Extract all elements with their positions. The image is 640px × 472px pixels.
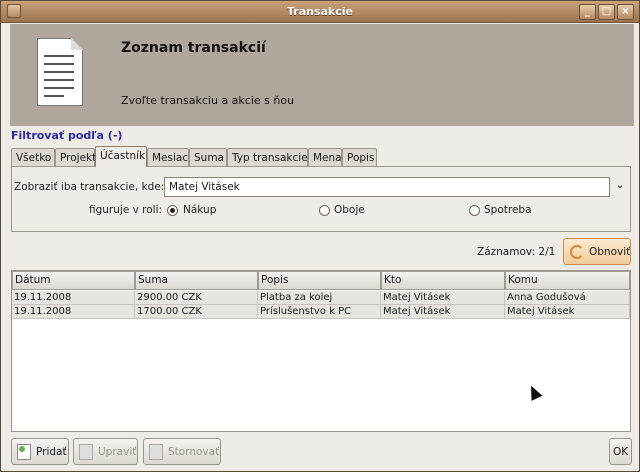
transactions-window: Transakcie _ □ × Zoznam transakcií Zvoľt… xyxy=(0,0,640,472)
page-subtitle: Zvoľte transakciu a akcie s ňou xyxy=(121,94,295,107)
add-label: Pridať xyxy=(36,446,67,458)
cell-description: Príslušenstvo k PC xyxy=(258,305,381,319)
ok-label: OK xyxy=(613,446,629,458)
title-bar[interactable]: Transakcie _ □ × xyxy=(1,1,639,23)
add-button[interactable]: Pridať xyxy=(11,438,69,465)
cell-from: Matej Vitásek xyxy=(381,305,505,319)
cell-to: Matej Vitásek xyxy=(505,305,630,319)
edit-button[interactable]: Upraviť xyxy=(73,438,138,465)
cancel-transaction-button[interactable]: Stornovať xyxy=(143,438,221,465)
participant-select[interactable]: Matej Vitásek xyxy=(164,177,610,197)
tab-month[interactable]: Mesiac xyxy=(147,148,189,167)
tab-currency[interactable]: Mena xyxy=(308,148,342,167)
table-row[interactable]: 19.11.2008 1700.00 CZK Príslušenstvo k P… xyxy=(12,305,630,319)
column-header-to[interactable]: Komu xyxy=(505,271,630,290)
tab-amount[interactable]: Suma xyxy=(189,148,227,167)
participant-filter-panel: Zobraziť iba transakcie, kde: Matej Vitá… xyxy=(11,166,631,232)
minimize-button[interactable]: _ xyxy=(579,4,596,20)
filter-label: Filtrovať podľa (-) xyxy=(11,129,123,142)
tab-all[interactable]: Všetko xyxy=(11,148,55,167)
role-both-radio[interactable] xyxy=(319,205,330,216)
edit-document-icon xyxy=(79,444,93,460)
tab-project[interactable]: Projekt xyxy=(55,148,96,167)
cell-date: 19.11.2008 xyxy=(12,305,135,319)
cell-from: Matej Vitásek xyxy=(381,291,505,305)
chevron-down-icon[interactable]: ⌄ xyxy=(614,179,626,191)
edit-label: Upraviť xyxy=(98,446,137,458)
column-header-from[interactable]: Kto xyxy=(381,271,505,290)
role-label: figuruje v roli: xyxy=(89,204,163,216)
cell-amount: 1700.00 CZK xyxy=(135,305,258,319)
add-document-icon xyxy=(17,444,31,460)
cell-to: Anna Godušová xyxy=(505,291,630,305)
column-header-amount[interactable]: Suma xyxy=(135,271,258,290)
role-consumption-label: Spotreba xyxy=(484,204,532,216)
action-bar: Pridať Upraviť Stornovať OK xyxy=(1,435,639,471)
tab-description[interactable]: Popis xyxy=(342,148,377,167)
tab-transaction-type[interactable]: Typ transakcie xyxy=(227,148,308,167)
table-row[interactable]: 19.11.2008 2900.00 CZK Platba za kolej M… xyxy=(12,291,630,305)
maximize-button[interactable]: □ xyxy=(598,4,615,20)
cancel-document-icon xyxy=(149,444,163,460)
cell-amount: 2900.00 CZK xyxy=(135,291,258,305)
ok-button[interactable]: OK xyxy=(609,438,632,465)
column-header-date[interactable]: Dátum xyxy=(12,271,135,290)
column-header-description[interactable]: Popis xyxy=(258,271,381,290)
close-button[interactable]: × xyxy=(617,4,634,20)
cell-date: 19.11.2008 xyxy=(12,291,135,305)
refresh-icon xyxy=(570,245,584,259)
refresh-button[interactable]: Obnoviť xyxy=(563,238,631,265)
header-panel: Zoznam transakcií Zvoľte transakciu a ak… xyxy=(10,24,634,126)
show-only-label: Zobraziť iba transakcie, kde: xyxy=(14,181,165,193)
refresh-label: Obnoviť xyxy=(589,246,631,258)
role-consumption-radio[interactable] xyxy=(469,205,480,216)
role-purchase-label: Nákup xyxy=(183,204,217,216)
record-count: Záznamov: 2/1 xyxy=(477,246,556,258)
role-both-label: Oboje xyxy=(334,204,365,216)
page-title: Zoznam transakcií xyxy=(121,40,266,56)
tab-participant[interactable]: Účastník xyxy=(95,146,147,167)
transactions-table: Dátum Suma Popis Kto Komu 19.11.2008 290… xyxy=(11,270,631,432)
cell-description: Platba za kolej xyxy=(258,291,381,305)
role-purchase-radio[interactable] xyxy=(167,205,178,216)
cancel-label: Stornovať xyxy=(168,446,220,458)
window-title: Transakcie xyxy=(286,5,353,18)
document-icon xyxy=(37,38,83,106)
